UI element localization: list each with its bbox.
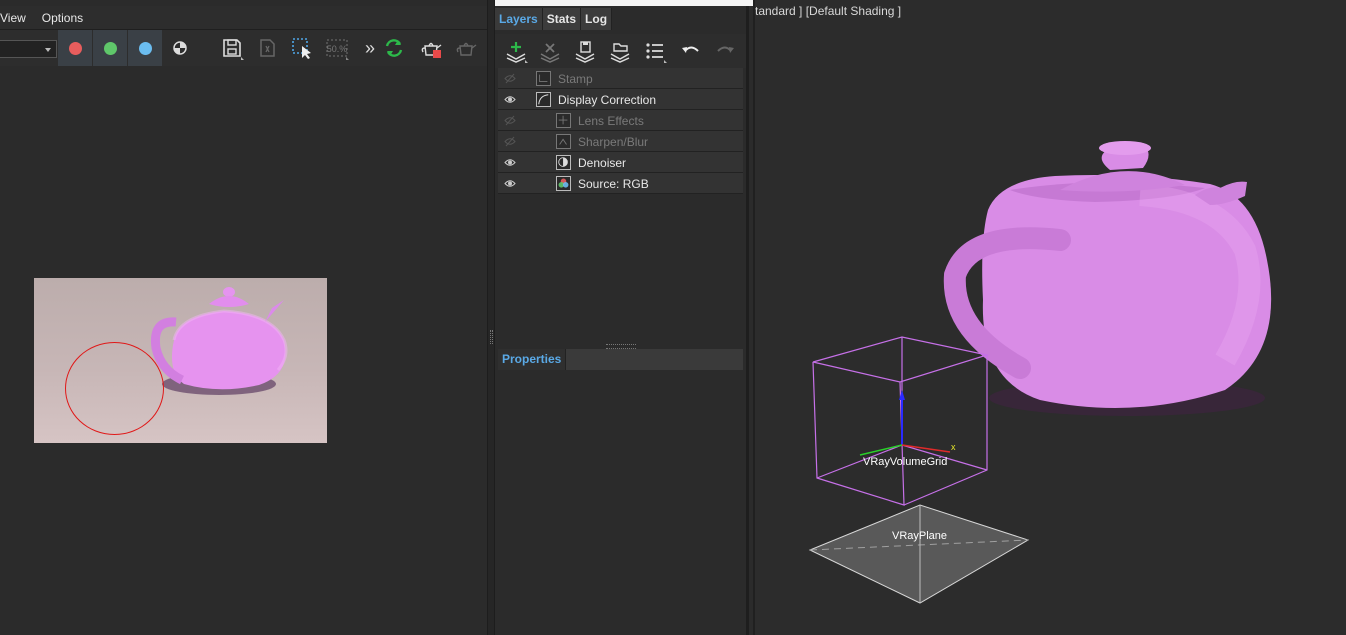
load-layers-icon[interactable] [606, 38, 634, 64]
layer-name-sharpen-blur: Sharpen/Blur [578, 135, 649, 149]
layer-name-stamp: Stamp [558, 72, 593, 86]
blue-channel-button[interactable] [128, 30, 162, 66]
vray-plane[interactable] [808, 504, 1030, 604]
rgb-icon [556, 176, 571, 191]
eye-hidden-icon[interactable] [504, 115, 516, 126]
region-render-icon[interactable] [289, 36, 315, 60]
perspective-viewport[interactable]: tandard ] [Default Shading ] x VRayVolum… [753, 0, 1346, 635]
sharpen-icon [556, 134, 571, 149]
layer-row-sharpen-blur[interactable]: Sharpen/Blur [498, 131, 743, 152]
layer-name-display-correction: Display Correction [558, 93, 657, 107]
interactive-render-icon[interactable] [381, 36, 407, 60]
menu-options[interactable]: Options [42, 11, 91, 25]
list-icon[interactable] [641, 38, 669, 64]
splitter-grip[interactable] [490, 330, 493, 344]
properties-header: Properties [498, 349, 743, 370]
layer-toolbar [495, 34, 746, 68]
lens-effects-icon [556, 113, 571, 128]
tab-log[interactable]: Log [581, 8, 613, 30]
volume-grid-label[interactable]: VRayVolumeGrid [863, 456, 947, 468]
channel-dropdown[interactable] [0, 40, 57, 58]
eye-visible-icon[interactable] [504, 178, 516, 189]
red-channel-button[interactable] [58, 30, 92, 66]
more-chevron-icon[interactable]: » [357, 36, 383, 60]
volume-grid-box[interactable] [812, 336, 990, 506]
blue-channel-dot [138, 41, 152, 55]
add-layer-icon[interactable] [502, 38, 530, 64]
redo-icon[interactable] [711, 38, 739, 64]
curve-icon [536, 92, 551, 107]
delete-layer-icon[interactable] [536, 38, 564, 64]
layer-row-denoiser[interactable]: Denoiser [498, 152, 743, 173]
render-teapot-disabled-icon[interactable] [453, 36, 479, 60]
menu-view[interactable]: View [0, 11, 34, 25]
green-channel-dot [103, 41, 117, 55]
properties-splitter[interactable] [498, 343, 743, 349]
vray-plane-label[interactable]: VRayPlane [892, 530, 947, 542]
layer-row-display-correction[interactable]: Display Correction [498, 89, 743, 110]
eye-visible-icon[interactable] [504, 157, 516, 168]
vfb-toolbar: 50.% » [0, 30, 487, 66]
fifty-percent-icon[interactable]: 50.% [324, 36, 350, 60]
layer-name-source-rgb: Source: RGB [578, 177, 649, 191]
fifty-percent-text: 50.% [327, 44, 348, 54]
eye-visible-icon[interactable] [504, 94, 516, 105]
tab-layers[interactable]: Layers [495, 8, 543, 30]
menubar: View Options [0, 6, 487, 30]
eye-hidden-icon[interactable] [504, 136, 516, 147]
layer-name-lens-effects: Lens Effects [578, 114, 644, 128]
undo-icon[interactable] [677, 38, 705, 64]
save-icon[interactable] [219, 36, 245, 60]
layer-row-lens-effects[interactable]: Lens Effects [498, 110, 743, 131]
pane-splitter[interactable] [487, 0, 495, 635]
viewport-scene: x [808, 141, 1272, 604]
layer-list: Stamp Display Correction Lens Effects Sh… [498, 68, 743, 194]
layer-name-denoiser: Denoiser [578, 156, 627, 170]
transform-gizmo[interactable]: x [859, 390, 956, 456]
denoiser-icon [556, 155, 571, 170]
eye-hidden-icon[interactable] [504, 73, 516, 84]
gizmo-x-label: x [951, 442, 956, 452]
save-layers-icon[interactable] [571, 38, 599, 64]
properties-title: Properties [498, 349, 567, 370]
teapot-knob-top [1099, 141, 1151, 155]
green-channel-button[interactable] [93, 30, 127, 66]
layer-row-stamp[interactable]: Stamp [498, 68, 743, 89]
layer-row-source-rgb[interactable]: Source: RGB [498, 173, 743, 194]
render-teapot-icon[interactable] [418, 36, 444, 60]
red-highlight-circle [65, 342, 164, 435]
stamp-icon [536, 71, 551, 86]
panel-tabs: Layers Stats Log [495, 8, 613, 30]
frame-buffer-pane: View Options 50.% » [0, 0, 487, 635]
color-correction-icon[interactable] [167, 36, 193, 60]
clear-icon[interactable] [254, 36, 280, 60]
layers-panel: Layers Stats Log Stamp Display Correctio… [495, 6, 749, 635]
red-channel-dot [68, 41, 82, 55]
tab-stats[interactable]: Stats [542, 8, 582, 30]
